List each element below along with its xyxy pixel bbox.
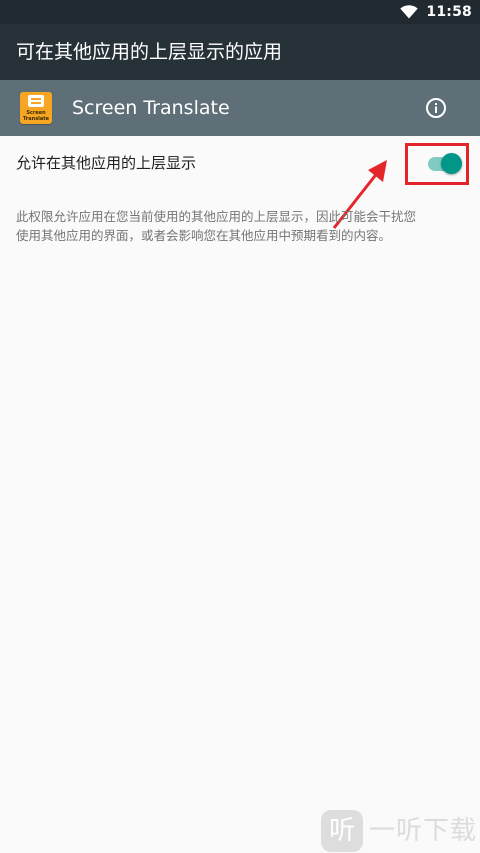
watermark-text: 一听下载	[369, 816, 478, 846]
info-icon-graphic	[426, 98, 446, 118]
permission-description-line-2: 使用其他应用的界面，或者会影响您在其他应用中预期看到的内容。	[16, 228, 392, 243]
app-icon-label: Screen Translate	[22, 110, 50, 122]
highlight-box	[405, 143, 469, 185]
permission-label: 允许在其他应用的上层显示	[16, 154, 197, 172]
screen-translate-app-icon: Screen Translate	[20, 92, 52, 124]
status-clock: 11:58	[426, 4, 472, 20]
permission-description: 此权限允许应用在您当前使用的其他应用的上层显示，因此可能会干扰您 使用其他应用的…	[16, 207, 466, 245]
app-bar: 可在其他应用的上层显示的应用	[0, 24, 480, 80]
info-icon[interactable]	[424, 96, 448, 120]
app-name: Screen Translate	[72, 97, 230, 119]
watermark: 听 一听下载	[319, 806, 479, 853]
permission-description-line-1: 此权限允许应用在您当前使用的其他应用的上层显示，因此可能会干扰您	[16, 209, 417, 224]
screen: 11:58 可在其他应用的上层显示的应用 Screen Translate Sc…	[0, 0, 480, 853]
watermark-logo-char: 听	[328, 816, 355, 846]
watermark-logo-icon: 听	[321, 810, 363, 852]
wifi-icon	[400, 5, 419, 19]
status-icons: 11:58	[400, 0, 472, 24]
page-title: 可在其他应用的上层显示的应用	[16, 41, 283, 63]
status-bar: 11:58	[0, 0, 480, 24]
translate-glyph-icon	[28, 95, 44, 107]
